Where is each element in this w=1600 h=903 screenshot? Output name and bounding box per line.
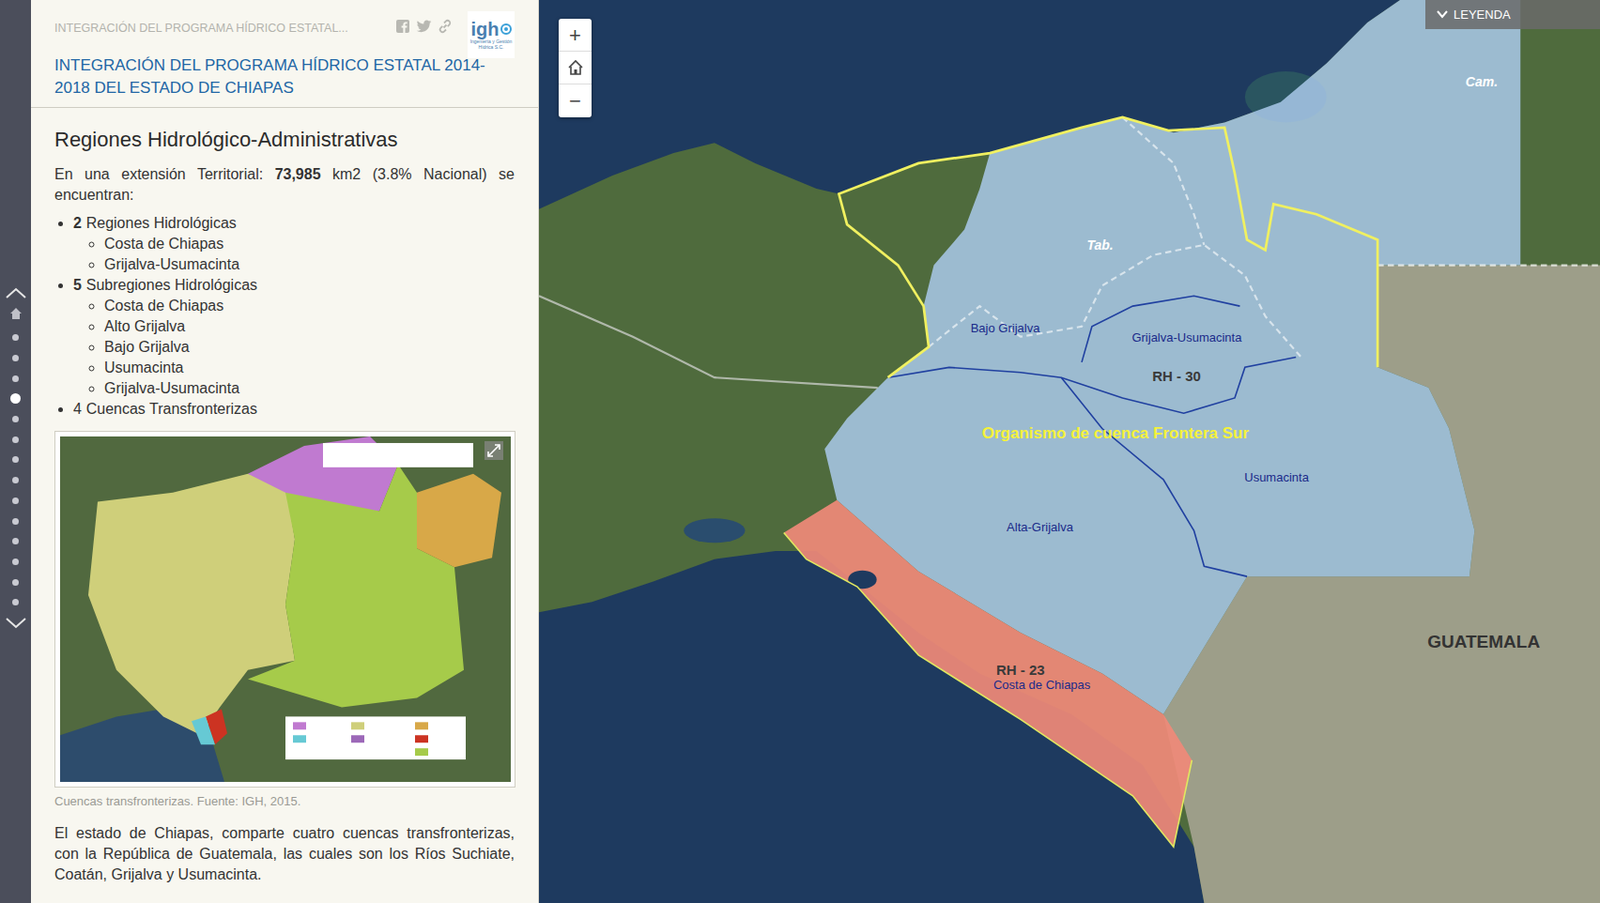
chevron-down-icon[interactable] [4,616,28,631]
header-top-row: INTEGRACIÓN DEL PROGRAMA HÍDRICO ESTATAL… [54,11,515,59]
map-label: Cam. [1465,71,1498,92]
map-canvas[interactable] [538,0,1600,903]
nav-dot-slot [9,449,23,471]
nav-dot-slot [9,531,23,553]
sub-list-item: Grijalva-Usumacinta [104,254,515,276]
territory-area: 73,985 [275,166,322,183]
land-area [538,0,1600,903]
nav-dot[interactable] [12,354,19,362]
nav-dot-slot [9,552,23,573]
home-icon[interactable] [9,307,23,321]
map[interactable]: Cam. Tab. Bajo Grijalva Grijalva-Usumacinta… [538,0,1600,903]
nav-dot[interactable] [12,436,19,444]
region-rh23[interactable] [784,500,1193,848]
igh-logo[interactable]: ighIngeniería y Gestión Hídrica S.C. [467,11,515,59]
nav-dot-slot [9,592,23,614]
map-label: Tab. [1086,234,1113,255]
link-icon[interactable] [437,18,453,34]
figure-caption: Cuencas transfronterizas. Fuente: IGH, 2… [54,793,515,811]
twitter-icon[interactable] [415,19,432,34]
regions-list-item: 2Regiones Hidrológicas Costa de ChiapasGr… [73,213,515,276]
item-count: 5 [73,276,82,293]
nav-dot-slot [9,368,23,389]
header-subtitle: INTEGRACIÓN DEL PROGRAMA HÍDRICO ESTATAL… [54,11,388,38]
story-title: INTEGRACIÓN DEL PROGRAMA HÍDRICO ESTATAL… [54,54,515,100]
zoom-in-button[interactable]: + [558,18,592,52]
nav-dot[interactable] [12,476,19,484]
nav-dot[interactable] [12,415,19,423]
legend-label: LEYENDA [1453,5,1511,25]
expand-icon[interactable] [484,441,504,461]
regions-list-item: 4Cuencas Transfronterizas [73,399,515,420]
nav-dot[interactable] [10,393,21,404]
chevron-up-icon[interactable] [4,286,28,300]
item-count: 2 [73,215,82,231]
nav-dot-slot [9,429,23,450]
map-label: RH - 30 [1152,366,1201,388]
nav-dot[interactable] [12,456,19,463]
map-label: RH - 23 [996,660,1046,682]
map-label: Costa de Chiapas [993,676,1091,696]
item-label: Regiones Hidrológicas [86,215,237,231]
map-label: Alta-Grijalva [1006,518,1074,538]
facebook-icon[interactable] [395,18,411,34]
regions-list: 2Regiones HidrológicasCosta de ChiapasGr… [54,213,515,420]
nav-dot-slot [9,491,23,512]
sub-list-item: Costa de Chiapas [104,233,515,255]
item-count: 4 [73,400,82,417]
logo-mark: igh [471,19,500,39]
legend-button[interactable]: LEYENDA [1425,0,1600,30]
panel-content: Regiones Hidrológico-Administrativas En u… [30,107,539,903]
map-label: GUATEMALA [1427,628,1540,656]
intro-text: En una extensión Territorial: [54,166,276,183]
nav-dot-slot [9,409,23,431]
nav-dot[interactable] [12,497,19,505]
nav-dot-slot [9,388,23,410]
water-drop-icon[interactable] [500,23,512,35]
nav-dot[interactable] [12,558,19,566]
nav-dot-slot [9,348,23,370]
nav-dot[interactable] [12,599,19,606]
panel-header: INTEGRACIÓN DEL PROGRAMA HÍDRICO ESTATAL… [30,0,539,108]
map-label: Usumacinta [1244,468,1309,488]
logo-caption: Ingeniería y Gestión Hídrica S.C. [469,38,513,50]
section-heading: Regiones Hidrológico-Administrativas [54,126,515,154]
nav-dot[interactable] [12,375,19,383]
sub-list-item: Alto Grijalva [104,316,515,338]
nav-dot-slot [9,470,23,492]
home-button[interactable] [558,51,592,85]
story-nav [0,0,31,903]
sub-list-item: Usumacinta [104,357,515,379]
sub-list-item: Bajo Grijalva [104,337,515,358]
sub-list-item: Grijalva-Usumacinta [104,378,515,400]
logo-row: igh [471,19,512,39]
nav-dot-slot [9,327,23,349]
side-panel: INTEGRACIÓN DEL PROGRAMA HÍDRICO ESTATAL… [30,0,539,903]
item-label: Subregiones Hidrológicas [86,276,258,293]
zoom-out-button[interactable]: − [558,84,592,118]
intro-paragraph: En una extensión Territorial: 73,985 km2… [54,164,515,206]
nav-dot-slot [9,571,23,593]
zoom-controls: +− [558,18,592,118]
share-icons [395,11,453,34]
sub-list-item: Costa de Chiapas [104,295,515,317]
regions-list-item: 5Subregiones Hidrológicas Costa de Chiapa… [73,275,515,400]
transboundary-basins-map [60,436,511,783]
nav-dot[interactable] [12,518,19,525]
sub-list: Costa de ChiapasGrijalva-Usumacinta [73,233,515,276]
map-label: Bajo Grijalva [970,319,1041,339]
sub-list: Costa de ChiapasAlto GrijalvaBajo Grijal… [73,295,515,400]
home-icon[interactable] [567,59,585,77]
map-label: Organismo de cuenca Frontera Sur [982,421,1249,447]
nav-dot-slot [9,510,23,532]
nav-dot[interactable] [12,334,19,341]
nav-dot[interactable] [12,579,19,586]
chevron-down-icon[interactable] [1436,10,1448,19]
figure-image[interactable] [54,430,516,788]
item-label: Cuencas Transfronterizas [86,400,258,417]
closing-paragraph: El estado de Chiapas, comparte cuatro cu… [54,823,515,886]
map-label: Grijalva-Usumacinta [1131,328,1242,348]
nav-dot[interactable] [12,538,19,545]
